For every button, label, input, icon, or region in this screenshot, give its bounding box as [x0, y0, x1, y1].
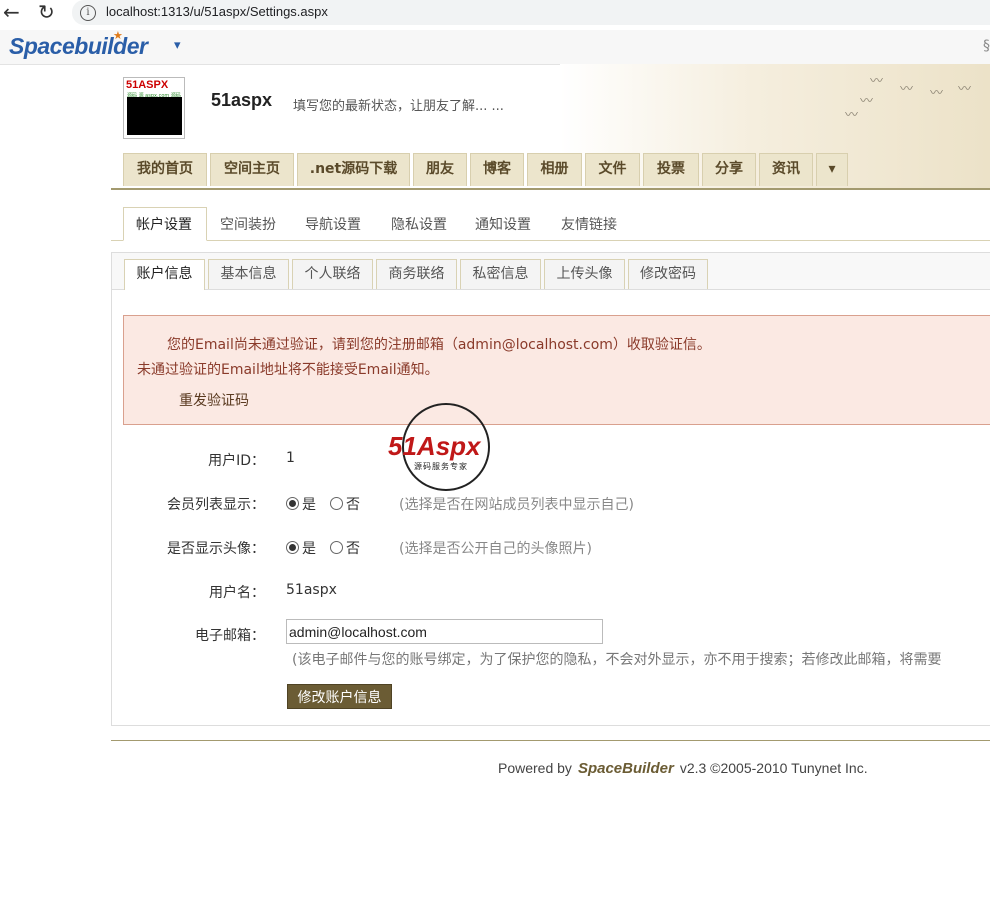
tab-change-password[interactable]: 修改密码: [628, 259, 708, 289]
top-bar-right-item[interactable]: §: [983, 38, 990, 54]
footer-divider: [111, 740, 990, 741]
member-list-label: 会员列表显示：: [167, 497, 265, 513]
update-account-button[interactable]: 修改账户信息: [287, 684, 392, 709]
reload-icon[interactable]: ↻: [38, 1, 55, 23]
url-text[interactable]: localhost:1313/u/51aspx/Settings.aspx: [106, 4, 328, 19]
nav-divider: [111, 188, 990, 190]
member-list-no-label[interactable]: 否: [346, 494, 360, 514]
avatar-image: [127, 97, 182, 135]
watermark-subtext: 源码服务专家: [414, 462, 468, 471]
tab-basic-info[interactable]: 基本信息: [208, 259, 289, 289]
resend-verification-link[interactable]: 重发验证码: [179, 390, 249, 410]
show-avatar-no-radio[interactable]: [330, 541, 343, 554]
app-top-bar: Spacebuilder ★ ▾ §: [0, 29, 990, 65]
footer-version: v2.3 ©2005-2010 Tunynet Inc.: [679, 760, 868, 776]
tab-personal-contact[interactable]: 个人联络: [292, 259, 373, 289]
nav-blog[interactable]: 博客: [470, 153, 524, 186]
nav-album[interactable]: 相册: [527, 153, 582, 186]
nav-share[interactable]: 分享: [702, 153, 756, 186]
member-list-no-radio[interactable]: [330, 497, 343, 510]
tab-space-decoration[interactable]: 空间装扮: [220, 214, 276, 234]
nav-news[interactable]: 资讯: [759, 153, 813, 186]
footer-brand-link[interactable]: SpaceBuilder: [578, 760, 674, 777]
tab-upload-avatar[interactable]: 上传头像: [544, 259, 625, 289]
tab-business-contact[interactable]: 商务联络: [376, 259, 457, 289]
status-prompt[interactable]: 填写您的最新状态，让朋友了解... ...: [293, 95, 504, 114]
settings-tabs-divider: [111, 240, 990, 241]
tab-account-settings[interactable]: 帐户设置: [136, 214, 192, 234]
email-label: 电子邮箱：: [195, 628, 265, 644]
email-field[interactable]: [286, 619, 603, 644]
nav-friends[interactable]: 朋友: [413, 153, 467, 186]
user-id-value: 1: [286, 450, 295, 466]
user-avatar[interactable]: 51ASPX 源码 源 aspx.com 源码: [123, 77, 185, 139]
show-avatar-yes-radio[interactable]: [286, 541, 299, 554]
logo-star-icon: ★: [113, 29, 123, 42]
member-list-hint: (选择是否在网站成员列表中显示自己): [399, 497, 634, 513]
member-list-yes-radio[interactable]: [286, 497, 299, 510]
tab-private-info[interactable]: 私密信息: [460, 259, 541, 289]
email-hint: (该电子邮件与您的账号绑定，为了保护您的隐私，不会对外显示，亦不用于搜索；若修改…: [292, 652, 942, 668]
watermark-text: 51Aspx: [388, 431, 481, 461]
footer-powered-by: Powered by: [498, 760, 572, 776]
watermark-logo: 51Aspx 源码服务专家: [388, 403, 512, 493]
tab-notification-settings[interactable]: 通知设置: [475, 214, 531, 234]
tab-navigation-settings[interactable]: 导航设置: [305, 214, 361, 234]
username-label: 用户名：: [209, 585, 265, 601]
avatar-logo-text: 51ASPX: [126, 79, 169, 91]
nav-vote[interactable]: 投票: [643, 153, 699, 186]
logo-dropdown-icon[interactable]: ▾: [174, 38, 181, 53]
user-id-label: 用户ID：: [208, 453, 265, 469]
footer: Powered by SpaceBuilder v2.3 ©2005-2010 Tu…: [498, 760, 868, 777]
show-avatar-yes-label[interactable]: 是: [302, 538, 316, 558]
nav-more-icon[interactable]: ▾: [816, 153, 848, 186]
back-arrow-icon[interactable]: ←: [3, 1, 20, 23]
space-username[interactable]: 51aspx: [211, 90, 272, 111]
tab-privacy-settings[interactable]: 隐私设置: [391, 214, 447, 234]
nav-files[interactable]: 文件: [585, 153, 640, 186]
spacebuilder-logo[interactable]: Spacebuilder: [9, 33, 148, 60]
site-info-icon[interactable]: i: [80, 5, 96, 21]
nav-my-home[interactable]: 我的首页: [123, 153, 207, 186]
nav-space-home[interactable]: 空间主页: [210, 153, 294, 186]
show-avatar-no-label[interactable]: 否: [346, 538, 360, 558]
member-list-yes-label[interactable]: 是: [302, 494, 316, 514]
alert-line-2: 未通过验证的Email地址将不能接受Email通知。: [137, 362, 439, 378]
alert-line-1: 您的Email尚未通过验证，请到您的注册邮箱（admin@localhost.c…: [167, 337, 711, 353]
show-avatar-label: 是否显示头像：: [167, 541, 265, 557]
browser-toolbar: ← ↻ i localhost:1313/u/51aspx/Settings.a…: [0, 0, 990, 26]
show-avatar-hint: (选择是否公开自己的头像照片): [399, 541, 592, 557]
tab-friend-links[interactable]: 友情链接: [561, 214, 617, 234]
tab-account-info[interactable]: 账户信息: [124, 259, 205, 290]
nav-net-source[interactable]: .net源码下载: [297, 153, 410, 186]
username-value: 51aspx: [286, 582, 337, 598]
